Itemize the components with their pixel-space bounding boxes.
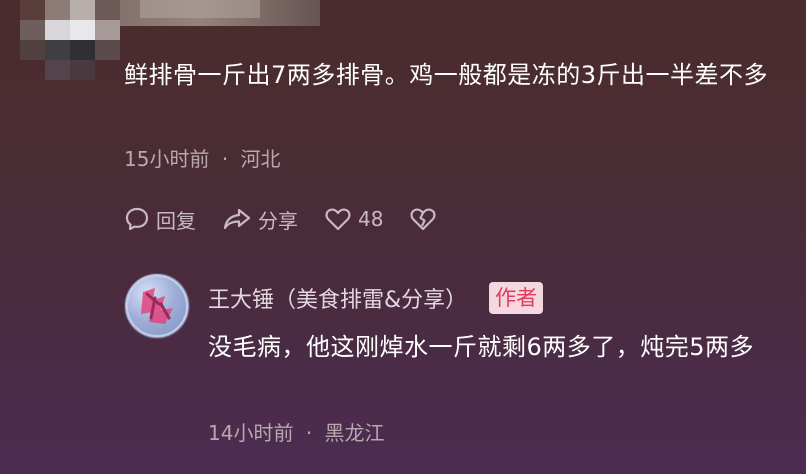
commenter-avatar-mosaic[interactable] bbox=[20, 0, 120, 80]
broken-heart-icon bbox=[410, 208, 436, 231]
dislike-button[interactable] bbox=[409, 206, 443, 232]
blurred-username-highlight bbox=[140, 0, 260, 18]
reply-meta: 14小时前 · 黑龙江 bbox=[208, 417, 385, 446]
reply-location: 黑龙江 bbox=[324, 421, 385, 445]
comment-text: 鲜排骨一斤出7两多排骨。鸡一般都是冻的3斤出一半差不多 bbox=[124, 61, 769, 89]
comment-meta: 15小时前 · 河北 bbox=[124, 143, 281, 172]
meta-separator: · bbox=[221, 147, 229, 171]
author-avatar-image bbox=[126, 275, 188, 337]
reply-button[interactable]: 回复 bbox=[124, 205, 196, 234]
share-button[interactable]: 分享 bbox=[222, 205, 298, 234]
heart-icon bbox=[325, 208, 351, 231]
like-count: 48 bbox=[358, 207, 384, 231]
comment-bubble-icon bbox=[125, 207, 149, 231]
reply-time: 14小时前 bbox=[208, 421, 294, 445]
author-badge: 作者 bbox=[489, 282, 544, 314]
meta-separator: · bbox=[305, 421, 313, 445]
comment-time: 15小时前 bbox=[124, 147, 210, 171]
author-avatar[interactable] bbox=[125, 274, 189, 338]
comment-actions: 回复 分享 48 bbox=[124, 203, 469, 235]
like-button[interactable]: 48 bbox=[324, 206, 383, 232]
share-label: 分享 bbox=[258, 208, 298, 233]
reply-text: 没毛病，他这刚焯水一斤就剩6两多了，炖完5两多 bbox=[208, 333, 755, 361]
share-arrow-icon bbox=[223, 208, 251, 230]
comment-location: 河北 bbox=[240, 147, 281, 171]
reply-author-row: 王大锤（美食排雷&分享） 作者 bbox=[208, 282, 544, 314]
reply-label: 回复 bbox=[156, 208, 196, 233]
reply-author-name[interactable]: 王大锤（美食排雷&分享） bbox=[208, 282, 467, 314]
